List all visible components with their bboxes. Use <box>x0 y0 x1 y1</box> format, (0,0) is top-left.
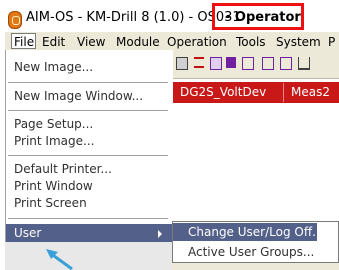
menu-item-print-screen[interactable]: Print Screen <box>14 196 87 210</box>
menu-view[interactable]: View <box>77 35 105 49</box>
menu-separator <box>8 155 168 156</box>
connect-left-icon[interactable] <box>262 57 274 70</box>
tab-label[interactable]: Meas2 <box>291 85 330 99</box>
menu-item-new-image[interactable]: New Image... <box>14 60 93 74</box>
menu-module[interactable]: Module <box>116 35 160 49</box>
connect-right-icon[interactable] <box>280 57 292 70</box>
menu-separator <box>8 110 168 111</box>
menu-item-page-setup[interactable]: Page Setup... <box>14 117 93 131</box>
menu-p[interactable]: P <box>328 35 335 49</box>
app-icon[interactable] <box>8 11 22 29</box>
window-title-role: - Operator <box>225 10 301 25</box>
window-title: AIM-OS - KM-Drill 8 (1.0) - OS031 <box>26 10 241 25</box>
lines-icon[interactable] <box>194 57 204 68</box>
submenu-arrow-icon <box>158 230 162 238</box>
tab-label: DG2S_VoltDev <box>180 85 267 99</box>
main-content <box>172 103 339 223</box>
menu-separator <box>8 218 168 219</box>
menu-item-print-image[interactable]: Print Image... <box>14 134 94 148</box>
menu-item-new-image-window[interactable]: New Image Window... <box>14 89 143 103</box>
menu-operation[interactable]: Operation <box>167 35 227 49</box>
menu-separator <box>8 82 168 83</box>
menu-tools[interactable]: Tools <box>236 35 266 49</box>
pointer-arrow-icon <box>46 249 73 270</box>
menu-file[interactable]: File <box>14 35 34 49</box>
menu-system[interactable]: System <box>276 35 321 49</box>
panel-icon[interactable] <box>210 57 222 70</box>
menu-item-default-printer[interactable]: Default Printer... <box>14 162 112 176</box>
window-icon[interactable] <box>242 57 254 70</box>
submenu-item-change-user-label: Change User/Log Off... <box>188 225 324 239</box>
bottom-strip <box>172 263 339 270</box>
block-icon[interactable] <box>226 57 236 68</box>
submenu-item-active-user-groups[interactable]: Active User Groups... <box>188 245 314 259</box>
menu-item-print-window[interactable]: Print Window <box>14 179 93 193</box>
shape-icon[interactable] <box>298 57 310 70</box>
menu-edit[interactable]: Edit <box>42 35 65 49</box>
image-window-icon[interactable] <box>176 57 188 70</box>
menu-item-user-label: User <box>14 226 42 240</box>
lower-panel <box>5 242 172 270</box>
